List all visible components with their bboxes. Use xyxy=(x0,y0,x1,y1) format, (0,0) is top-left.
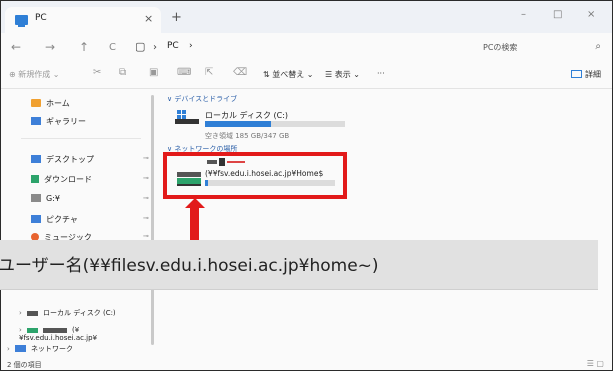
windows-drive-icon xyxy=(175,110,199,124)
rename-icon[interactable]: ⌨ xyxy=(177,67,191,78)
tab-label: PC xyxy=(35,13,47,23)
local-disk-size: 空き領域 185 GB/347 GB xyxy=(205,132,290,140)
sidebar-item-desktop[interactable]: デスクトップ xyxy=(31,154,94,165)
search-box[interactable]: PCの検索 ⌕ xyxy=(477,38,607,58)
paste-icon[interactable]: ▣ xyxy=(149,67,158,78)
sidebar-label: ホーム xyxy=(46,99,70,108)
group-header-devices[interactable]: ∨ デバイスとドライブ xyxy=(167,94,237,104)
tree-item-local-disk[interactable]: › ローカル ディスク (C:) xyxy=(19,308,116,318)
network-icon xyxy=(15,345,26,352)
title-bar: PC × + – □ × xyxy=(1,1,612,33)
details-pane-icon xyxy=(571,70,582,78)
chevron-right-icon: › xyxy=(19,326,22,334)
sort-button[interactable]: ⇅ 並べ替え ⌄ xyxy=(263,69,314,80)
chevron-right-icon: › xyxy=(7,345,10,353)
view-button[interactable]: ☰ 表示 ⌄ xyxy=(325,69,360,80)
search-icon: ⌕ xyxy=(595,41,601,52)
cut-icon[interactable]: ✂ xyxy=(93,67,101,78)
tree-label: ネットワーク xyxy=(31,345,73,353)
back-button[interactable]: ← xyxy=(11,40,21,54)
status-bar: 2 個の項目 ☰ ▢ xyxy=(1,358,612,370)
delete-icon[interactable]: ⌫ xyxy=(233,67,247,78)
annotation-callout: ユーザー名(¥¥filesv.edu.i.hosei.ac.jp¥home~) xyxy=(0,240,598,290)
maximize-button[interactable]: □ xyxy=(553,9,562,20)
item-count: 2 個の項目 xyxy=(7,361,42,369)
address-chevron-icon[interactable]: › xyxy=(189,41,193,51)
up-button[interactable]: ↑ xyxy=(79,40,89,54)
search-input[interactable]: PCの検索 xyxy=(483,42,517,53)
local-disk-usage-fill xyxy=(205,121,271,127)
content-pane: ∨ デバイスとドライブ ローカル ディスク (C:) 空き領域 185 GB/3… xyxy=(157,90,612,358)
pin-icon[interactable]: ⊸ xyxy=(143,194,149,202)
sidebar-divider xyxy=(21,138,141,139)
navigation-pane: ホーム ギャラリー デスクトップ ⊸ ダウンロード ⊸ G:¥ ⊸ ピクチャ ⊸… xyxy=(1,90,153,358)
details-button[interactable]: 詳細 xyxy=(571,69,601,80)
pin-icon[interactable]: ⊸ xyxy=(143,232,149,240)
sidebar-item-downloads[interactable]: ダウンロード xyxy=(31,174,92,185)
tree-item-network-drive[interactable]: › (¥¥fsv.edu.i.hosei.ac.jp¥ xyxy=(19,326,153,342)
tab-close-button[interactable]: × xyxy=(144,12,153,25)
sidebar-label: ダウンロード xyxy=(44,175,92,184)
new-tab-button[interactable]: + xyxy=(171,10,182,25)
navigation-bar: ← → ↑ C ▢ › PC › PCの検索 ⌕ xyxy=(1,33,612,63)
refresh-button[interactable]: C xyxy=(109,42,116,53)
sidebar-item-g-drive[interactable]: G:¥ xyxy=(31,194,60,203)
chevron-right-icon: › xyxy=(19,309,22,317)
command-bar: ⊕ 新規作成 ⌄ ✂ ⧉ ▣ ⌨ ⇱ ⌫ ⇅ 並べ替え ⌄ ☰ 表示 ⌄ ···… xyxy=(1,63,612,89)
sidebar-label: デスクトップ xyxy=(46,155,94,164)
pin-icon[interactable]: ⊸ xyxy=(143,154,149,162)
this-pc-icon: ▢ xyxy=(135,40,146,53)
tab-pc[interactable]: PC × xyxy=(5,7,161,33)
sidebar-item-pictures[interactable]: ピクチャ xyxy=(31,214,78,225)
callout-text: ユーザー名(¥¥filesv.edu.i.hosei.ac.jp¥home~) xyxy=(0,256,379,276)
download-icon xyxy=(31,175,39,183)
pin-icon[interactable]: ⊸ xyxy=(143,174,149,182)
sidebar-label: ギャラリー xyxy=(46,117,86,126)
local-disk-name[interactable]: ローカル ディスク (C:) xyxy=(205,110,288,121)
disk-icon xyxy=(27,311,38,316)
tree-item-network[interactable]: › ネットワーク xyxy=(7,344,73,354)
sidebar-label: ピクチャ xyxy=(46,215,78,224)
local-disk-usage-bar xyxy=(205,121,345,127)
annotation-highlight-box xyxy=(163,152,347,199)
tree-label: ローカル ディスク (C:) xyxy=(43,309,116,317)
sidebar-scrollbar[interactable] xyxy=(151,95,154,345)
copy-icon[interactable]: ⧉ xyxy=(119,67,126,78)
more-button[interactable]: ··· xyxy=(377,69,385,78)
view-toggle-icons[interactable]: ☰ ▢ xyxy=(587,359,604,368)
address-separator: › xyxy=(153,42,157,53)
forward-button[interactable]: → xyxy=(45,40,55,54)
new-button[interactable]: ⊕ 新規作成 ⌄ xyxy=(9,69,60,80)
home-icon xyxy=(31,99,41,107)
monitor-icon xyxy=(15,15,28,27)
minimize-button[interactable]: – xyxy=(521,9,526,20)
address-bar[interactable]: PC › xyxy=(161,38,471,58)
sidebar-item-home[interactable]: ホーム xyxy=(31,98,70,109)
sidebar-item-gallery[interactable]: ギャラリー xyxy=(31,116,86,127)
pin-icon[interactable]: ⊸ xyxy=(143,214,149,222)
sidebar-label: G:¥ xyxy=(46,194,60,203)
drive-icon xyxy=(31,194,41,202)
pictures-icon xyxy=(31,215,41,223)
annotation-arrow-shaft xyxy=(190,206,199,242)
network-drive-icon xyxy=(27,328,38,333)
close-window-button[interactable]: × xyxy=(587,9,595,20)
desktop-icon xyxy=(31,155,41,163)
address-text: PC xyxy=(167,41,179,51)
details-label: 詳細 xyxy=(585,70,601,79)
gallery-icon xyxy=(31,117,41,125)
redacted-name-icon xyxy=(43,328,67,333)
share-icon[interactable]: ⇱ xyxy=(205,67,213,78)
